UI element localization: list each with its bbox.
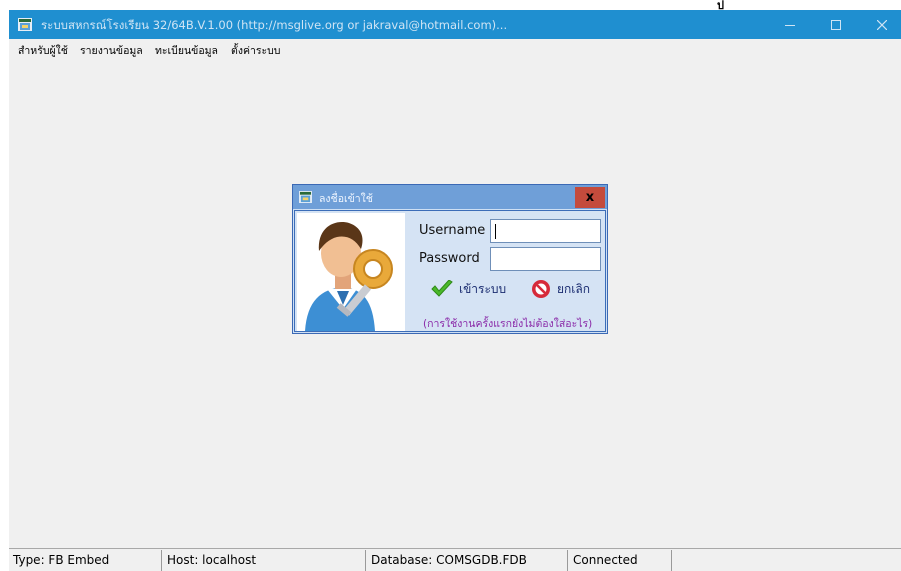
status-database: Database: COMSGDB.FDB — [371, 553, 527, 567]
menu-item-registry[interactable]: ทะเบียนข้อมูล — [155, 42, 218, 59]
login-dialog-title: ลงชื่อเข้าใช้ — [319, 193, 373, 205]
maximize-button[interactable] — [813, 10, 859, 39]
app-window-icon — [299, 191, 312, 203]
no-entry-icon — [532, 280, 550, 298]
maximize-icon — [831, 19, 841, 30]
cancel-button[interactable]: ยกเลิก — [531, 278, 590, 300]
menu-bar: สำหรับผู้ใช้ รายงานข้อมูล ทะเบียนข้อมูล … — [9, 39, 901, 59]
menu-item-user[interactable]: สำหรับผู้ใช้ — [18, 42, 68, 59]
login-dialog-titlebar[interactable]: ลงชื่อเข้าใช้ x — [293, 185, 607, 209]
login-dialog-body: Username Password เข้าระบบ ยกเลิก (การใช… — [294, 210, 606, 332]
app-window-icon — [18, 18, 32, 31]
login-dialog: ลงชื่อเข้าใช้ x Username Password เข้าระ… — [292, 184, 608, 334]
status-divider — [567, 550, 568, 571]
status-divider — [161, 550, 162, 571]
first-use-hint: (การใช้งานครั้งแรกยังไม่ต้องใส่อะไร) — [423, 318, 593, 330]
close-icon: x — [585, 190, 595, 205]
username-label: Username — [419, 223, 486, 238]
password-label: Password — [419, 251, 480, 266]
cancel-button-label: ยกเลิก — [557, 281, 591, 296]
minimize-button[interactable] — [767, 10, 813, 39]
status-bar: Type: FB Embed Host: localhost Database:… — [9, 548, 901, 571]
login-button-label: เข้าระบบ — [459, 281, 507, 296]
main-window: ระบบสหกรณ์โรงเรียน 32/64B.V.1.00 (http:/… — [9, 10, 901, 571]
user-key-icon — [297, 213, 405, 331]
username-input[interactable] — [490, 219, 601, 243]
close-icon — [877, 19, 887, 30]
status-type: Type: FB Embed — [13, 553, 110, 567]
login-button[interactable]: เข้าระบบ — [431, 278, 506, 300]
checkmark-icon — [431, 280, 453, 297]
status-divider — [671, 550, 672, 571]
text-caret — [495, 224, 496, 239]
status-divider — [365, 550, 366, 571]
password-input[interactable] — [490, 247, 601, 271]
status-connection: Connected — [573, 553, 638, 567]
title-bar[interactable]: ระบบสหกรณ์โรงเรียน 32/64B.V.1.00 (http:/… — [9, 10, 901, 39]
menu-item-settings[interactable]: ตั้งค่าระบบ — [231, 42, 280, 59]
minimize-icon — [785, 24, 795, 26]
status-host: Host: localhost — [167, 553, 257, 567]
close-button[interactable] — [859, 10, 901, 39]
window-title: ระบบสหกรณ์โรงเรียน 32/64B.V.1.00 (http:/… — [41, 18, 508, 32]
login-dialog-close-button[interactable]: x — [575, 187, 605, 208]
menu-item-reports[interactable]: รายงานข้อมูล — [80, 42, 143, 59]
